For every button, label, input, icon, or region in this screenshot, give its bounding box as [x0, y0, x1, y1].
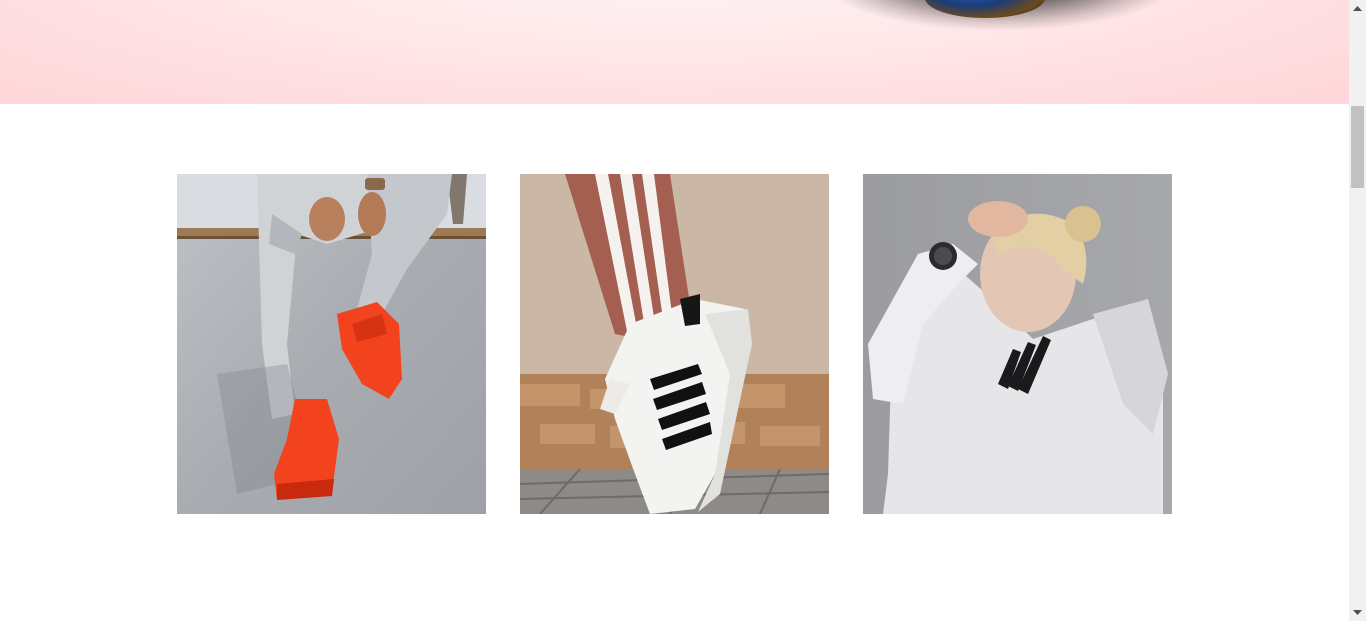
gallery-image-woman-hoodie[interactable]	[863, 174, 1172, 514]
scroll-up-arrow-icon[interactable]	[1349, 0, 1366, 17]
vertical-scrollbar[interactable]	[1349, 0, 1366, 621]
hero-banner	[0, 0, 1349, 104]
scrollbar-thumb[interactable]	[1351, 106, 1364, 188]
gallery-image-striped-sneaker[interactable]	[520, 174, 829, 514]
scroll-down-arrow-icon[interactable]	[1349, 604, 1366, 621]
gallery-image-red-sneakers[interactable]	[177, 174, 486, 514]
image-gallery	[177, 174, 1172, 514]
page	[0, 0, 1349, 621]
